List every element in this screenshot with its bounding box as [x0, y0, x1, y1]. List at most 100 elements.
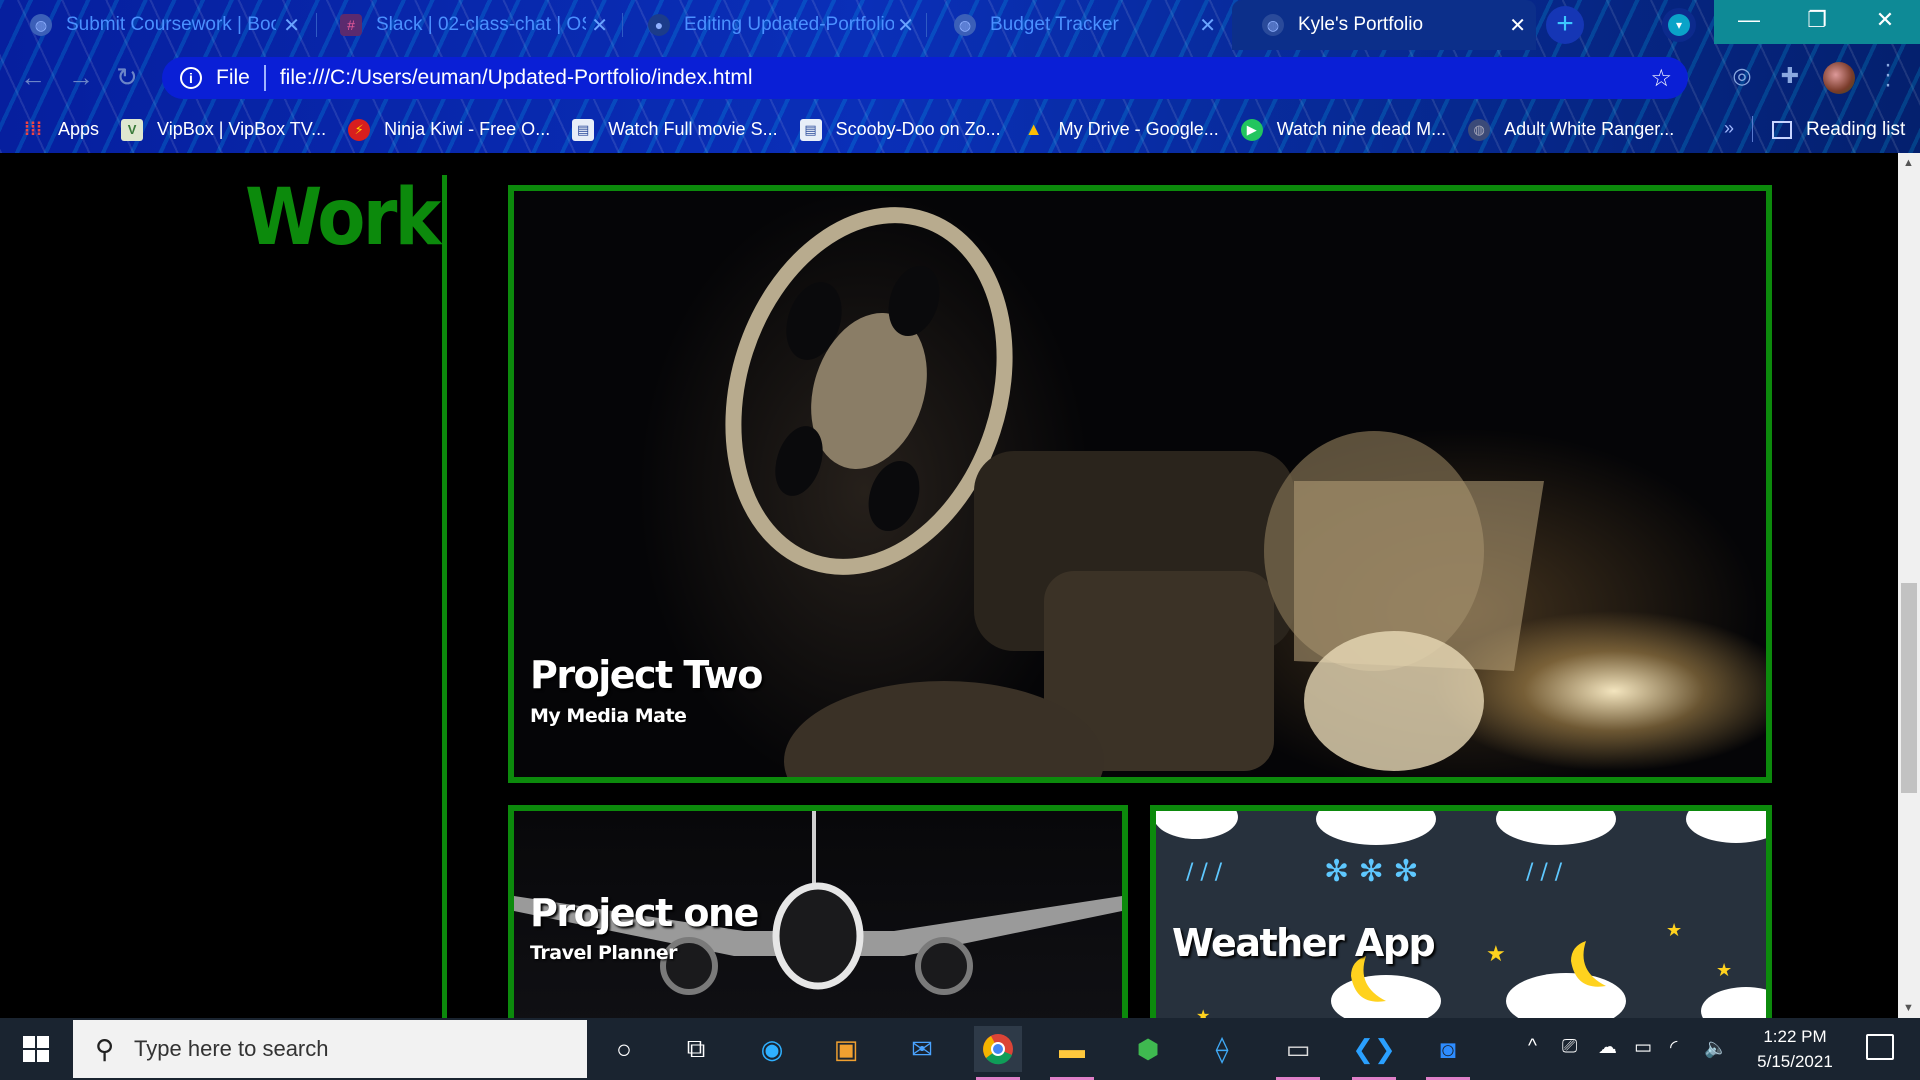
close-icon[interactable]: ✕	[591, 13, 608, 38]
bookmark-apps[interactable]: ⁞⁞⁞ Apps	[22, 119, 99, 141]
profile-avatar[interactable]	[1823, 62, 1855, 94]
tab-title: Editing Updated-Portfolio	[684, 14, 894, 35]
chrome-icon[interactable]	[974, 1026, 1022, 1080]
system-clock[interactable]: 1:22 PM 5/15/2021	[1740, 1024, 1850, 1074]
meet-now-icon[interactable]: ⎚	[1562, 1036, 1577, 1058]
tab-slack[interactable]: # Slack | 02-class-chat | OSU ✕	[310, 0, 618, 50]
bookmark-label: VipBox | VipBox TV...	[157, 119, 327, 139]
project-card-one[interactable]: Project one Travel Planner	[508, 805, 1128, 1018]
globe-icon: ◍	[1468, 118, 1491, 141]
windows-taskbar: ⚲ Type here to search ○ ⧉ ◉ ▣ ✉ ▬ ⬢ ⟠ ▭ …	[0, 1018, 1920, 1080]
svg-text:★: ★	[1716, 960, 1732, 981]
bookmark-vipbox[interactable]: V VipBox | VipBox TV...	[121, 118, 327, 141]
page-icon: ▤	[572, 118, 595, 141]
ninja-kiwi-icon: ⚡	[348, 118, 371, 141]
project-title: Project one	[530, 891, 759, 935]
bookmark-ninja-kiwi[interactable]: ⚡ Ninja Kiwi - Free O...	[348, 118, 550, 141]
task-view-icon[interactable]: ⧉	[672, 1026, 720, 1072]
section-divider	[442, 175, 447, 1018]
restore-button[interactable]: ❐	[1782, 0, 1852, 44]
close-icon[interactable]: ✕	[283, 13, 300, 38]
project-card-two[interactable]: Project Two My Media Mate	[508, 185, 1772, 783]
bookmark-adult-white-ranger[interactable]: ◍ Adult White Ranger...	[1468, 118, 1675, 141]
scroll-up-arrow-icon[interactable]: ▲	[1903, 157, 1914, 169]
tab-search-button[interactable]: ▾	[1662, 8, 1696, 42]
tab-submit-coursework[interactable]: ◍ Submit Coursework | Boot ✕	[0, 0, 310, 50]
address-bar[interactable]: i File file:///C:/Users/euman/Updated-Po…	[162, 57, 1688, 99]
git-gui-icon[interactable]: ⟠	[1198, 1026, 1246, 1072]
start-button[interactable]	[0, 1018, 72, 1080]
site-info-icon[interactable]: i	[180, 67, 202, 89]
edge-browser-icon[interactable]: ◉	[748, 1026, 796, 1072]
node-app-icon[interactable]: ⬢	[1124, 1026, 1172, 1072]
forward-arrow-icon[interactable]: →	[68, 62, 94, 93]
project-card-weather[interactable]: ✻ ✻ ✻ / / / / / / ★ ★ ★ ★ Weather App	[1150, 805, 1772, 1018]
close-icon[interactable]: ✕	[897, 13, 914, 38]
bookmark-label: Adult White Ranger...	[1504, 119, 1675, 139]
cortana-icon[interactable]: ○	[600, 1026, 648, 1072]
onedrive-cloud-icon[interactable]: ☁	[1598, 1036, 1617, 1059]
tab-editing-portfolio[interactable]: ● Editing Updated-Portfolio ✕	[618, 0, 924, 50]
green-play-icon: ▶	[1240, 118, 1263, 141]
bookmarks-overflow-button[interactable]: »	[1724, 118, 1734, 139]
close-icon[interactable]: ✕	[1509, 13, 1526, 38]
weather-pattern-image: ✻ ✻ ✻ / / / / / / ★ ★ ★ ★	[1156, 811, 1766, 1018]
terminal-icon[interactable]: ▭	[1274, 1026, 1322, 1080]
page-scrollbar[interactable]: ▲ ▼	[1898, 153, 1920, 1018]
extension-headphones-icon[interactable]: ◎	[1728, 63, 1756, 91]
bookmark-label: My Drive - Google...	[1058, 119, 1219, 139]
minimize-button[interactable]: —	[1714, 0, 1784, 44]
globe-icon: ◍	[30, 14, 52, 36]
tab-title: Budget Tracker	[990, 14, 1119, 35]
close-icon[interactable]: ✕	[1199, 13, 1216, 38]
svg-text:/ / /: / / /	[1526, 860, 1563, 885]
vscode-icon[interactable]: ❮❯	[1350, 1026, 1398, 1080]
menu-kebab-icon[interactable]: · · ·	[1884, 53, 1892, 97]
apps-grid-icon: ⁞⁞⁞	[24, 119, 42, 139]
section-heading: Work	[245, 173, 441, 263]
battery-icon[interactable]: ▭	[1634, 1036, 1652, 1059]
taskbar-search-box[interactable]: ⚲ Type here to search	[73, 1020, 587, 1078]
project-title: Weather App	[1172, 921, 1436, 965]
bookmark-label: Watch Full movie S...	[608, 119, 778, 139]
zoom-icon[interactable]: ◙	[1424, 1026, 1472, 1080]
show-hidden-icons-chevron-up-icon[interactable]: ^	[1528, 1036, 1537, 1058]
store-icon[interactable]: ▣	[822, 1026, 870, 1072]
bookmark-watch-nine-dead[interactable]: ▶ Watch nine dead M...	[1240, 118, 1446, 141]
back-arrow-icon[interactable]: ←	[20, 62, 46, 93]
web-page-viewport: Work Project Two My Media Mate Project o…	[0, 153, 1898, 1018]
close-window-button[interactable]: ✕	[1850, 0, 1920, 44]
reload-icon[interactable]: ↻	[116, 62, 138, 93]
tab-kyles-portfolio[interactable]: ◍ Kyle's Portfolio ✕	[1232, 0, 1536, 50]
action-center-icon[interactable]	[1866, 1034, 1894, 1060]
wifi-icon[interactable]: ◜	[1670, 1036, 1677, 1059]
file-explorer-icon[interactable]: ▬	[1048, 1026, 1096, 1080]
extensions-puzzle-icon[interactable]: ✚	[1776, 63, 1804, 91]
url-text[interactable]: file:///C:/Users/euman/Updated-Portfolio…	[280, 66, 753, 90]
bookmark-star-icon[interactable]: ☆	[1650, 64, 1672, 93]
chevron-down-icon: ▾	[1668, 14, 1690, 36]
bookmark-watch-full-movie[interactable]: ▤ Watch Full movie S...	[572, 118, 778, 141]
tab-title: Submit Coursework | Boot	[66, 14, 276, 35]
svg-text:★: ★	[1196, 1006, 1210, 1018]
chrome-logo	[983, 1034, 1013, 1065]
new-tab-button[interactable]: +	[1546, 6, 1584, 44]
svg-text:★: ★	[1486, 942, 1506, 967]
clock-time: 1:22 PM	[1763, 1027, 1827, 1046]
volume-icon[interactable]: 🔈	[1704, 1036, 1728, 1060]
bookmark-scooby-doo[interactable]: ▤ Scooby-Doo on Zo...	[799, 118, 1001, 141]
project-subtitle: Travel Planner	[530, 942, 678, 964]
svg-text:/ / /: / / /	[1186, 860, 1223, 885]
tab-budget-tracker[interactable]: ◍ Budget Tracker ✕	[924, 0, 1226, 50]
project-subtitle: My Media Mate	[530, 705, 687, 727]
clock-date: 5/15/2021	[1757, 1052, 1833, 1071]
project-title: Project Two	[530, 653, 763, 697]
svg-text:✻ ✻ ✻: ✻ ✻ ✻	[1324, 854, 1418, 889]
browser-chrome: ◍ Submit Coursework | Boot ✕ # Slack | 0…	[0, 0, 1920, 153]
tab-title: Kyle's Portfolio	[1298, 14, 1424, 35]
scrollbar-thumb[interactable]	[1901, 583, 1917, 793]
mail-icon[interactable]: ✉	[898, 1026, 946, 1072]
reading-list-button[interactable]: Reading list	[1772, 106, 1905, 153]
scroll-down-arrow-icon[interactable]: ▼	[1903, 1002, 1914, 1014]
bookmark-my-drive[interactable]: ▲ My Drive - Google...	[1023, 119, 1219, 141]
